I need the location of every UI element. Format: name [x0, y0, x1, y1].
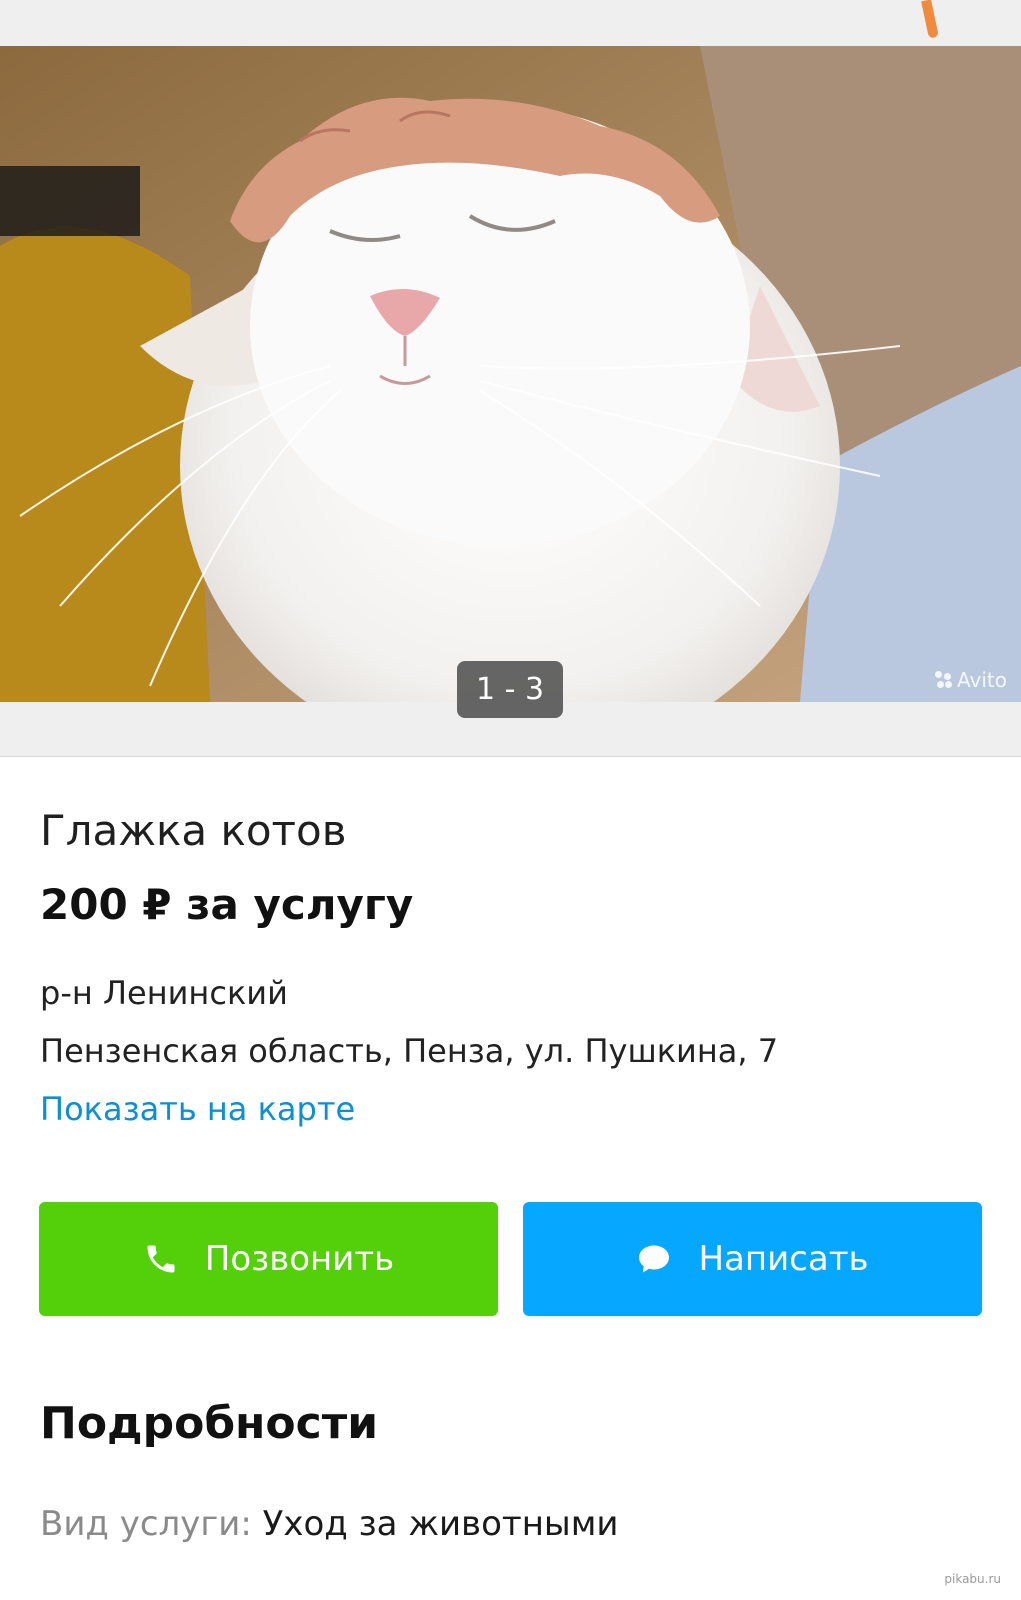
service-type-row: Вид услуги: Уход за животными [40, 1504, 619, 1544]
listing-price: 200 ₽ за услугу [40, 880, 414, 929]
source-watermark: pikabu.ru [944, 1572, 1001, 1586]
listing-title: Глажка котов [40, 806, 347, 855]
show-on-map-link[interactable]: Показать на карте [40, 1090, 355, 1128]
top-accent-mark [921, 0, 939, 39]
avito-watermark: Avito [935, 668, 1007, 692]
chat-bubble-icon [639, 1245, 670, 1273]
service-type-label: Вид услуги: [40, 1504, 252, 1544]
phone-icon [147, 1245, 175, 1273]
listing-photo [0, 46, 1021, 702]
listing-address: Пензенская область, Пенза, ул. Пушкина, … [40, 1032, 779, 1070]
service-type-value: Уход за животными [262, 1504, 619, 1544]
write-button[interactable]: Написать [523, 1202, 982, 1316]
avito-logo-icon [935, 671, 953, 689]
photo-gallery[interactable] [0, 46, 1021, 702]
details-heading: Подробности [40, 1398, 379, 1449]
write-button-label: Написать [698, 1239, 869, 1279]
call-button[interactable]: Позвонить [39, 1202, 498, 1316]
top-bar [0, 0, 1021, 46]
listing-district: р-н Ленинский [40, 974, 288, 1012]
avito-watermark-text: Avito [957, 668, 1007, 692]
call-button-label: Позвонить [204, 1239, 395, 1279]
photo-counter: 1 - 3 [457, 661, 563, 718]
